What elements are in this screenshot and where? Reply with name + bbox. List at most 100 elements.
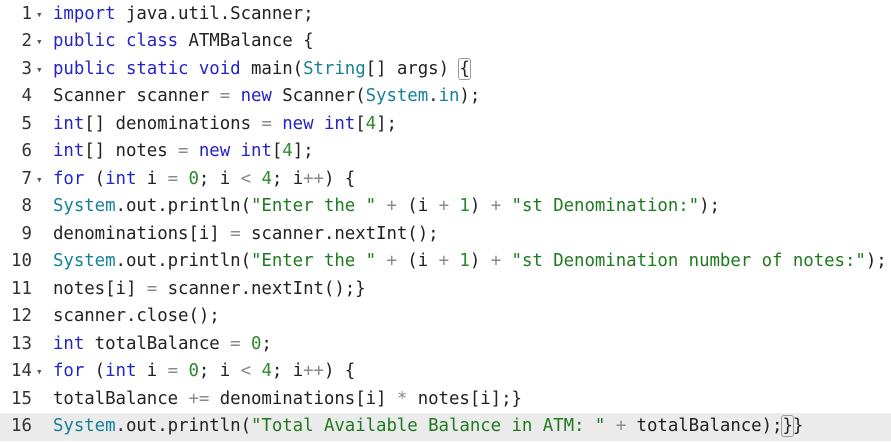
code-token: new	[198, 141, 231, 161]
line-number: 11	[11, 278, 32, 299]
code-token: main(	[240, 58, 304, 79]
code-line[interactable]: 15 totalBalance += denominations[i] * not…	[0, 386, 891, 414]
fold-arrow-icon[interactable]: ▾	[36, 166, 43, 194]
code-token: System	[53, 196, 116, 216]
code-token: "st Denomination number of notes:"	[511, 251, 866, 271]
code-token: int	[53, 141, 85, 161]
code-line[interactable]: 6 int[] notes = new int[4];	[0, 138, 891, 166]
fold-arrow-icon[interactable]: ▾	[36, 358, 43, 386]
code-token: .	[428, 86, 439, 106]
code-token: }	[792, 416, 804, 436]
line-number: 13	[11, 333, 32, 354]
code-token: int	[105, 361, 137, 381]
matched-brace: }	[781, 415, 794, 437]
fold-arrow-icon[interactable]: ▾	[36, 56, 43, 84]
code-line[interactable]: 2 ▾ public class ATMBalance {	[0, 28, 891, 56]
code-token: =	[167, 361, 179, 381]
code-line[interactable]: 10 System.out.println("Enter the " + (i +…	[0, 248, 891, 276]
code-line[interactable]: 11 notes[i] = scanner.nextInt();}	[0, 276, 891, 304]
code-token: ) {	[323, 361, 356, 381]
code-token: public class	[53, 31, 179, 51]
code-line[interactable]: 4 Scanner scanner = new Scanner(System.in…	[0, 83, 891, 111]
code-token: Scanner(	[271, 86, 366, 106]
code-text: scanner.close();	[53, 303, 220, 331]
code-line[interactable]: 14 ▾ for (int i = 0; i < 4; i++) {	[0, 358, 891, 386]
code-token: 4	[365, 113, 377, 134]
code-token: <	[240, 168, 252, 189]
code-token: <	[240, 361, 252, 381]
code-token: 1	[459, 196, 470, 216]
code-text: totalBalance += denominations[i] * notes…	[53, 386, 522, 414]
code-text: import java.util.Scanner;	[53, 1, 314, 29]
code-token: i	[136, 361, 168, 381]
code-token: new	[240, 86, 272, 106]
fold-arrow-icon[interactable]: ▾	[36, 1, 43, 29]
code-token: "st Denomination:"	[511, 196, 700, 216]
line-gutter: 7 ▾	[0, 166, 49, 194]
code-line[interactable]: 12 scanner.close();	[0, 303, 891, 331]
code-token: java.util.Scanner;	[115, 3, 314, 24]
code-token: +	[490, 251, 502, 271]
code-token: ATMBalance {	[178, 31, 314, 51]
code-line[interactable]: 1 ▾ import java.util.Scanner;	[0, 1, 891, 29]
code-token: "Enter the "	[251, 196, 377, 216]
code-text: System.out.println("Enter the " + (i + 1…	[53, 248, 887, 276]
code-token: in	[438, 86, 460, 106]
code-token: 4	[261, 361, 272, 381]
code-token: =	[146, 278, 158, 299]
code-token: int	[53, 113, 85, 134]
code-line[interactable]: 7 ▾ for (int i = 0; i < 4; i++) {	[0, 166, 891, 194]
line-gutter: 13	[0, 331, 49, 359]
line-number: 7	[21, 168, 32, 189]
code-token: ];	[292, 141, 314, 161]
code-token: [	[271, 141, 283, 161]
code-token: System	[53, 251, 116, 271]
code-text: public class ATMBalance {	[53, 28, 314, 56]
code-text: int totalBalance = 0;	[53, 331, 272, 359]
code-line[interactable]: 8 System.out.println("Enter the " + (i + …	[0, 193, 891, 221]
code-token: =	[230, 223, 241, 244]
code-token: System	[365, 86, 429, 106]
code-token: ) {	[323, 168, 356, 189]
code-token: int	[53, 333, 85, 354]
line-gutter: 16	[0, 413, 49, 441]
code-token: 0	[251, 333, 262, 354]
code-token: ; i	[198, 361, 241, 381]
code-line[interactable]: 3 ▾ public static void main(String[] args)…	[0, 56, 891, 84]
code-token: =	[178, 141, 189, 161]
code-token: +	[490, 196, 502, 216]
code-line[interactable]: 9 denominations[i] = scanner.nextInt();	[0, 221, 891, 249]
code-token: (i	[396, 251, 439, 271]
code-text: for (int i = 0; i < 4; i++) {	[53, 166, 355, 194]
code-line[interactable]: 5 int[] denominations = new int[4];	[0, 111, 891, 139]
code-token: +	[438, 251, 449, 271]
code-token: ++	[303, 361, 324, 381]
code-token: +	[386, 196, 397, 216]
code-line[interactable]: 13 int totalBalance = 0;	[0, 331, 891, 359]
code-text: System.out.println("Enter the " + (i + 1…	[53, 193, 720, 221]
line-gutter: 4	[0, 83, 49, 111]
code-text: int[] notes = new int[4];	[53, 138, 314, 166]
code-token: )	[469, 196, 491, 216]
line-gutter: 12	[0, 303, 49, 331]
fold-arrow-icon[interactable]: ▾	[36, 28, 43, 56]
line-number: 12	[11, 306, 32, 326]
code-token: Scanner scanner	[53, 86, 220, 106]
code-token: new	[282, 113, 314, 134]
line-gutter: 11	[0, 276, 49, 304]
code-editor[interactable]: 1 ▾ import java.util.Scanner; 2 ▾ public clas…	[0, 0, 891, 444]
line-number: 1	[21, 3, 32, 24]
line-gutter: 6	[0, 138, 49, 166]
code-line[interactable]: 16 System.out.println("Total Available Ba…	[0, 413, 891, 441]
code-token: for	[53, 168, 85, 189]
line-number: 8	[21, 196, 32, 216]
code-text: public static void main(String[] args) {	[53, 56, 471, 84]
